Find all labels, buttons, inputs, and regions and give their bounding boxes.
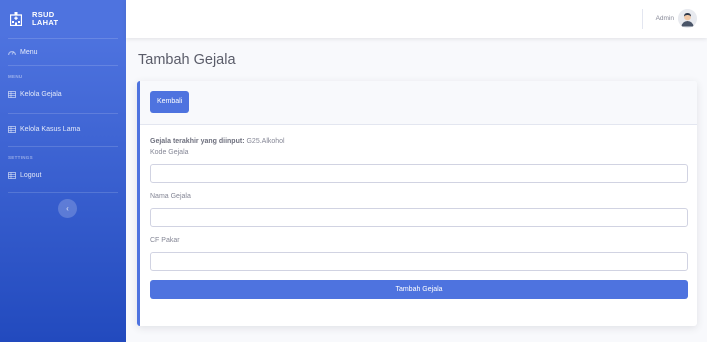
last-input-label: Gejala terakhir yang diinput: <box>150 138 245 145</box>
sidebar-toggle-button[interactable]: ‹ <box>58 199 77 218</box>
cf-pakar-input[interactable] <box>150 252 688 271</box>
table-icon <box>8 125 16 133</box>
table-icon <box>8 171 16 179</box>
sidebar-item-label: Kelola Kasus Lama <box>20 125 81 133</box>
sidebar-item-label: Kelola Gejala <box>20 90 62 98</box>
sidebar-item-label: Menu <box>20 48 38 56</box>
sidebar-heading-menu: MENU <box>8 73 23 79</box>
sidebar-divider <box>8 65 118 66</box>
sidebar-item-logout[interactable]: Logout <box>0 163 126 187</box>
sidebar-item-label: Logout <box>20 171 42 179</box>
nama-gejala-input[interactable] <box>150 208 688 227</box>
user-dropdown[interactable]: Admin <box>656 9 697 28</box>
brand-line-2: LAHAT <box>32 18 59 27</box>
sidebar-item-kelola-gejala[interactable]: Kelola Gejala <box>0 82 126 106</box>
cf-pakar-label: CF Pakar <box>150 237 180 244</box>
back-button[interactable]: Kembali <box>150 91 190 113</box>
form-card: Kembali Gejala terakhir yang diinput: G2… <box>137 81 697 326</box>
table-icon <box>8 90 16 98</box>
sidebar-item-kelola-kasus-lama[interactable]: Kelola Kasus Lama <box>0 118 126 140</box>
sidebar-divider <box>8 146 118 147</box>
brand-name: RSUD LAHAT <box>32 11 58 27</box>
sidebar: RSUD LAHAT Menu MENU Kelola Gejala Kelol… <box>0 0 126 342</box>
user-avatar-icon <box>678 9 697 28</box>
tachometer-icon <box>8 48 16 56</box>
topbar: Admin <box>126 0 707 38</box>
last-input-info: Gejala terakhir yang diinput: G25.Alkoho… <box>150 138 688 147</box>
kode-gejala-input[interactable] <box>150 164 688 183</box>
hospital-icon <box>9 12 23 27</box>
card-body: Gejala terakhir yang diinput: G25.Alkoho… <box>140 125 697 299</box>
sidebar-heading-settings: SETTINGS <box>8 154 33 160</box>
last-input-value: G25.Alkohol <box>244 138 285 145</box>
chevron-left-icon: ‹ <box>66 204 69 213</box>
user-name: Admin <box>655 15 674 22</box>
nama-gejala-label: Nama Gejala <box>150 193 191 200</box>
sidebar-divider <box>8 113 118 114</box>
sidebar-divider <box>8 192 118 193</box>
sidebar-item-menu[interactable]: Menu <box>0 39 126 65</box>
card-header: Kembali <box>140 81 697 125</box>
kode-gejala-label: Kode Gejala <box>150 149 189 156</box>
page-title: Tambah Gejala <box>138 52 236 68</box>
topbar-divider <box>642 9 643 29</box>
tambah-gejala-button[interactable]: Tambah Gejala <box>150 280 688 299</box>
brand-link[interactable]: RSUD LAHAT <box>0 0 126 38</box>
